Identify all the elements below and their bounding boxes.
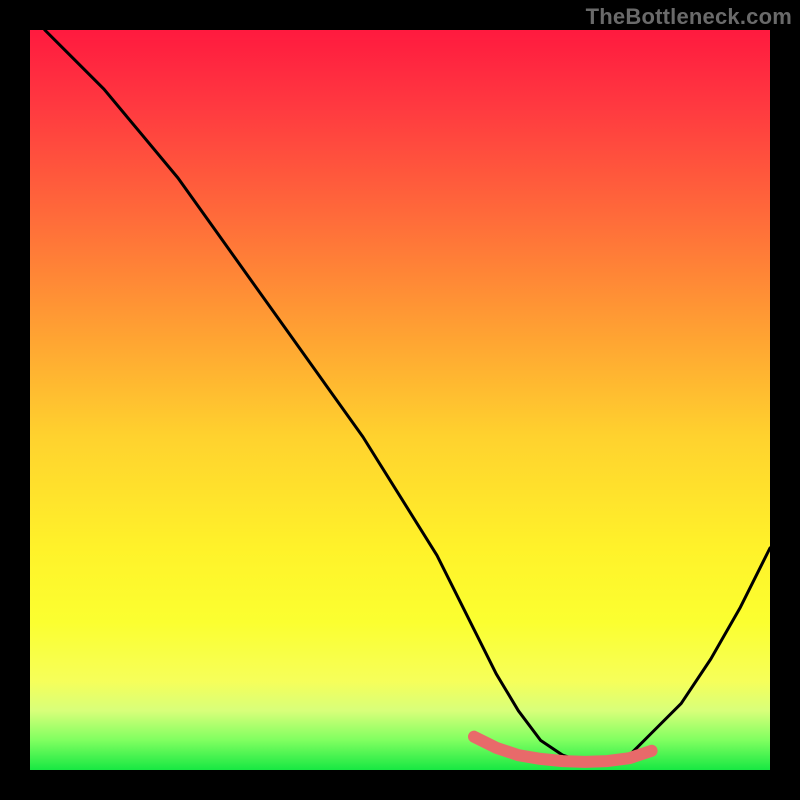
chart-overlay [30,30,770,770]
bottleneck-curve [45,30,770,763]
optimal-highlight [474,737,652,762]
chart-frame: TheBottleneck.com [0,0,800,800]
watermark-text: TheBottleneck.com [586,4,792,30]
